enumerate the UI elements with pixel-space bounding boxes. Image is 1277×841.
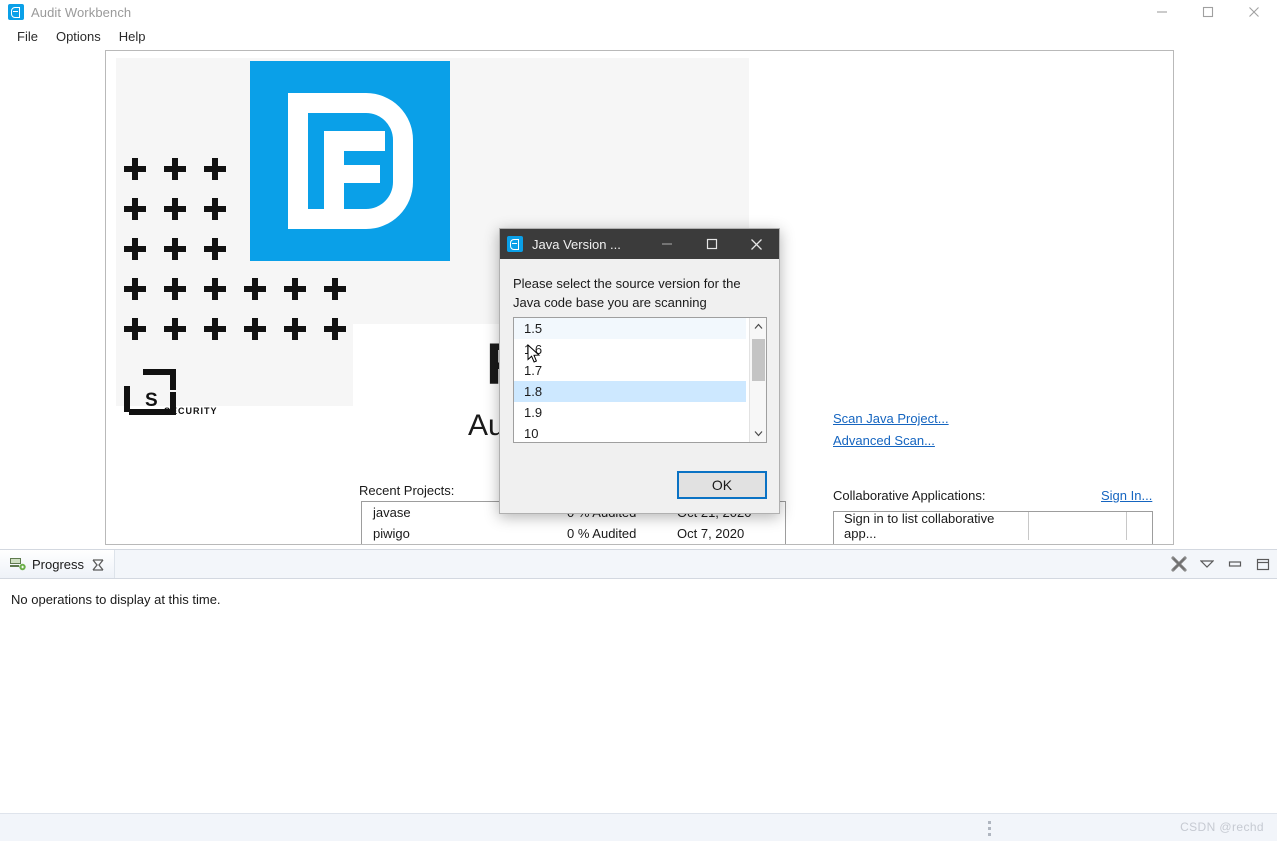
- left-filler: [0, 49, 105, 546]
- scroll-up-arrow[interactable]: [750, 318, 766, 335]
- dialog-titlebar: Java Version ...: [500, 229, 779, 259]
- scroll-down-arrow[interactable]: [750, 425, 766, 442]
- java-version-list-items: 1.5 1.6 1.7 1.8 1.9 10: [514, 318, 746, 442]
- watermark-text: CSDN @rechd: [1180, 820, 1264, 834]
- svg-text:S: S: [145, 390, 158, 411]
- list-item[interactable]: 10: [514, 423, 746, 442]
- java-version-dialog: Java Version ... Please select the sourc…: [499, 228, 780, 514]
- list-item[interactable]: Sign in to list collaborative app...: [834, 512, 1152, 541]
- progress-view-toolbar: [1170, 550, 1271, 578]
- collaborative-app-col2: [1029, 512, 1127, 540]
- tab-progress[interactable]: Progress: [0, 550, 116, 578]
- dialog-maximize-button[interactable]: [689, 229, 734, 259]
- menu-options[interactable]: Options: [47, 27, 110, 46]
- java-version-listbox[interactable]: 1.5 1.6 1.7 1.8 1.9 10: [513, 317, 767, 443]
- right-filler: [1174, 49, 1277, 546]
- sign-in-link[interactable]: Sign In...: [1101, 488, 1152, 503]
- project-date: Oct 7, 2020: [677, 526, 745, 541]
- scan-java-project-link[interactable]: Scan Java Project...: [833, 411, 949, 426]
- close-button[interactable]: [1231, 0, 1277, 24]
- view-menu-icon[interactable]: [1198, 556, 1215, 573]
- listbox-scrollbar[interactable]: [749, 318, 766, 442]
- menubar: File Options Help: [0, 24, 1277, 49]
- project-audited: 0 % Audited: [567, 526, 637, 541]
- advanced-scan-link[interactable]: Advanced Scan...: [833, 433, 935, 448]
- project-name: piwigo: [373, 526, 410, 541]
- kill-all-jobs-icon[interactable]: [1170, 556, 1187, 573]
- menu-file[interactable]: File: [8, 27, 47, 46]
- dialog-close-button[interactable]: [734, 229, 779, 259]
- progress-empty-message: No operations to display at this time.: [11, 592, 221, 607]
- collaborative-applications-table[interactable]: Sign in to list collaborative app...: [833, 511, 1153, 544]
- fortify-dialog-icon: [507, 236, 523, 252]
- dialog-prompt-text: Please select the source version for the…: [513, 276, 741, 310]
- fortify-app-icon: [8, 4, 24, 20]
- maximize-button[interactable]: [1185, 0, 1231, 24]
- audit-workbench-window: Audit Workbench File Options Help S SECU…: [0, 0, 1277, 841]
- minimize-button[interactable]: [1139, 0, 1185, 24]
- collaborative-app-message: Sign in to list collaborative app...: [834, 512, 1029, 541]
- recent-projects-label: Recent Projects:: [359, 483, 455, 498]
- progress-view: Progress No operations to display at thi…: [0, 549, 1277, 814]
- menu-help[interactable]: Help: [110, 27, 155, 46]
- close-view-icon[interactable]: [92, 558, 104, 571]
- scrollbar-thumb[interactable]: [752, 339, 765, 381]
- list-item[interactable]: 1.6: [514, 339, 746, 360]
- table-row[interactable]: piwigo 0 % Audited Oct 7, 2020: [362, 523, 785, 544]
- window-controls: [1139, 0, 1277, 24]
- dialog-title: Java Version ...: [532, 236, 621, 252]
- progress-tabbar: Progress: [0, 550, 1277, 579]
- list-item[interactable]: 1.5: [514, 318, 746, 339]
- progress-icon: [10, 557, 26, 571]
- maximize-view-icon[interactable]: [1254, 556, 1271, 573]
- minimize-view-icon[interactable]: [1226, 556, 1243, 573]
- dialog-minimize-button[interactable]: [644, 229, 689, 259]
- fortify-logo-square: [250, 61, 450, 261]
- security-label: SECURITY: [164, 406, 218, 416]
- resize-grip[interactable]: [988, 821, 992, 836]
- list-item[interactable]: 1.9: [514, 402, 746, 423]
- dialog-window-controls: [644, 229, 779, 259]
- ok-button[interactable]: OK: [677, 471, 767, 499]
- list-item-selected[interactable]: 1.8: [514, 381, 746, 402]
- window-titlebar: Audit Workbench: [0, 0, 1277, 24]
- progress-view-body: No operations to display at this time.: [0, 579, 1277, 813]
- collaborative-applications-label: Collaborative Applications:: [833, 488, 986, 503]
- window-title: Audit Workbench: [31, 4, 132, 20]
- list-item[interactable]: 1.7: [514, 360, 746, 381]
- fortify-f-glyph: [288, 93, 413, 229]
- statusbar: CSDN @rechd: [0, 813, 1277, 841]
- tab-progress-label: Progress: [32, 556, 85, 572]
